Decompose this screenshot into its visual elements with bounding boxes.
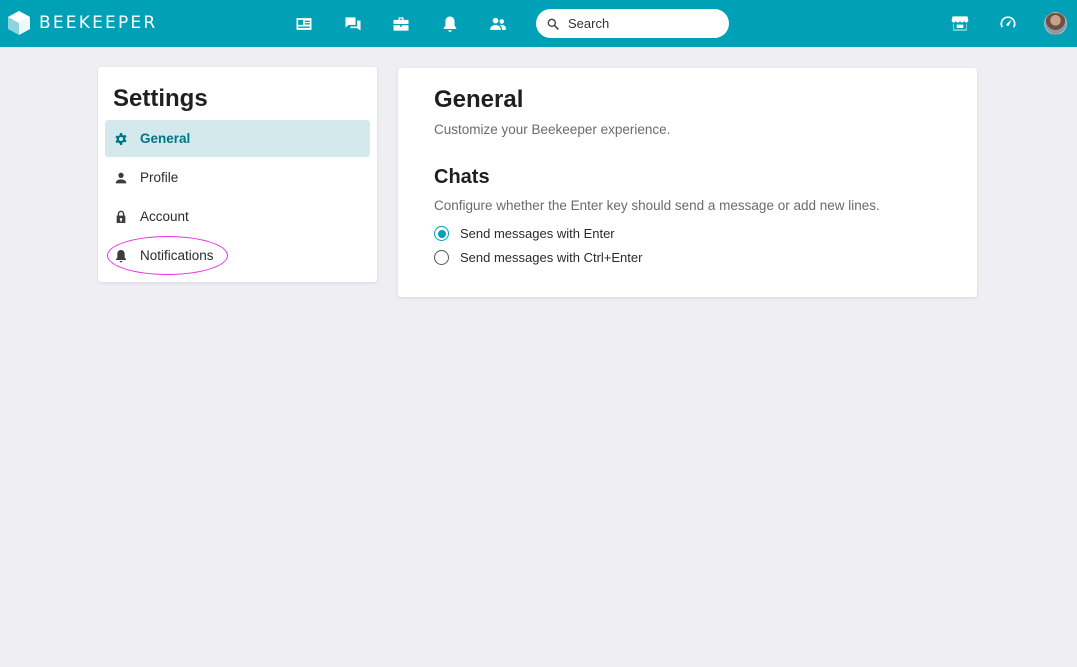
sidebar-item-label: Account <box>140 209 189 224</box>
people-icon[interactable] <box>486 12 510 36</box>
lock-icon <box>113 209 129 225</box>
settings-title: Settings <box>113 85 208 112</box>
general-settings-panel: General Customize your Beekeeper experie… <box>398 68 977 297</box>
search-icon <box>547 18 559 30</box>
page-subtitle: Customize your Beekeeper experience. <box>434 122 671 137</box>
toolbox-icon[interactable] <box>389 12 413 36</box>
chats-icon[interactable] <box>341 12 365 36</box>
page-title: General <box>434 86 524 113</box>
brand[interactable]: BEEKEEPER <box>8 11 157 35</box>
search-box[interactable] <box>536 9 729 38</box>
store-icon[interactable] <box>948 11 972 35</box>
settings-menu: General Profile Account Notifications <box>105 120 370 276</box>
chats-section-description: Configure whether the Enter key should s… <box>434 198 880 213</box>
sidebar-item-notifications[interactable]: Notifications <box>105 237 370 274</box>
person-icon <box>113 170 129 186</box>
beekeeper-logo-icon <box>8 11 30 35</box>
sidebar-item-label: Notifications <box>140 248 214 263</box>
radio-option-send-with-ctrl-enter[interactable]: Send messages with Ctrl+Enter <box>434 250 642 265</box>
gear-icon <box>113 131 129 147</box>
sidebar-item-profile[interactable]: Profile <box>105 159 370 196</box>
sidebar-item-general[interactable]: General <box>105 120 370 157</box>
chats-section-title: Chats <box>434 166 490 188</box>
sidebar-item-label: Profile <box>140 170 179 185</box>
sidebar-item-account[interactable]: Account <box>105 198 370 235</box>
radio-label: Send messages with Enter <box>460 226 615 241</box>
settings-sidebar: Settings General Profile Account Notific… <box>98 67 377 282</box>
dashboard-speedometer-icon[interactable] <box>996 11 1020 35</box>
radio-button-checked[interactable] <box>434 226 449 241</box>
bell-icon <box>113 248 129 264</box>
notifications-bell-icon[interactable] <box>438 12 462 36</box>
main-nav <box>290 0 535 47</box>
top-navigation-bar: BEEKEEPER <box>0 0 1077 47</box>
sidebar-item-label: General <box>140 131 191 146</box>
brand-name: BEEKEEPER <box>39 13 158 33</box>
user-avatar[interactable] <box>1044 12 1067 35</box>
search-input[interactable] <box>568 16 718 31</box>
radio-label: Send messages with Ctrl+Enter <box>460 250 643 265</box>
radio-option-send-with-enter[interactable]: Send messages with Enter <box>434 226 615 241</box>
radio-button[interactable] <box>434 250 449 265</box>
news-feed-icon[interactable] <box>292 12 316 36</box>
